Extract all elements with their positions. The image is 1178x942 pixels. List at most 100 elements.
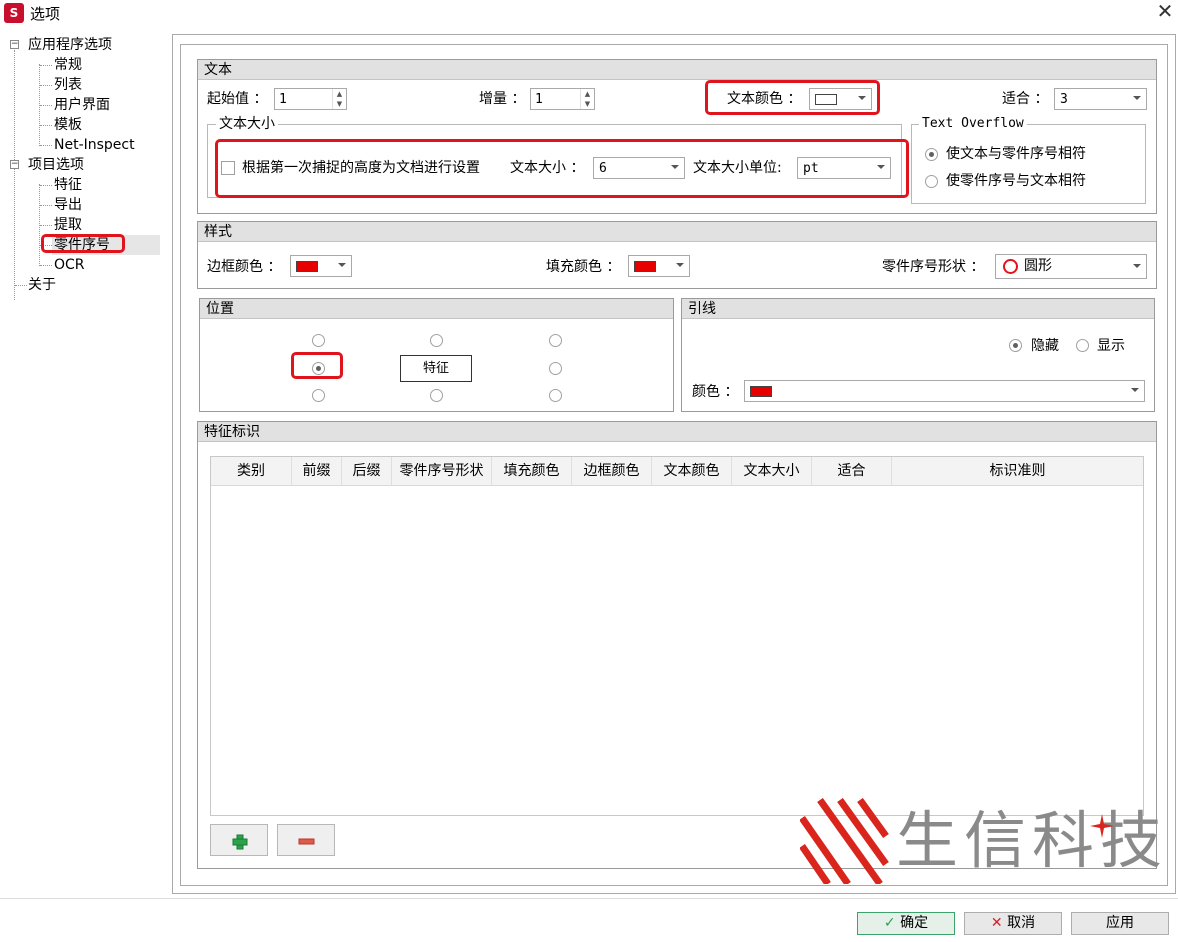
tree-item-net-inspect[interactable]: Net-Inspect xyxy=(54,135,135,155)
dropdown-arrow-icon xyxy=(1133,96,1141,100)
watermark-logo-icon xyxy=(800,798,889,884)
leader-color-label: 颜色 ： xyxy=(692,384,739,400)
column-header-prefix[interactable]: 前缀 xyxy=(292,457,342,486)
position-bottom-right-radio[interactable] xyxy=(549,389,562,402)
overflow-fit-balloon-radio[interactable] xyxy=(925,175,938,188)
column-header-balloon-shape[interactable]: 零件序号形状 xyxy=(392,457,492,486)
position-bottom-center-radio[interactable] xyxy=(430,389,443,402)
dropdown-arrow-icon xyxy=(676,263,684,267)
feature-id-group-title: 特征标识 xyxy=(198,422,1156,442)
dropdown-arrow-icon xyxy=(877,165,885,169)
tree-item-app-options[interactable]: 应用程序选项 xyxy=(28,35,112,55)
overflow-fit-balloon-label: 使零件序号与文本相符 xyxy=(946,173,1086,189)
tree-connector xyxy=(40,185,52,186)
overflow-fit-text-radio[interactable] xyxy=(925,148,938,161)
tree-item-list[interactable]: 列表 xyxy=(54,75,82,95)
column-header-border-color[interactable]: 边框颜色 xyxy=(572,457,652,486)
text-size-label: 文本大小 ： xyxy=(510,160,585,176)
text-color-swatch xyxy=(815,94,837,105)
tree-item-user-interface[interactable]: 用户界面 xyxy=(54,95,110,115)
tree-item-ocr[interactable]: OCR xyxy=(54,255,85,275)
balloon-shape-value: 圆形 xyxy=(1024,258,1052,274)
tree-connector xyxy=(14,50,15,300)
tree-item-export[interactable]: 导出 xyxy=(54,195,82,215)
tree-connector xyxy=(40,145,52,146)
column-header-text-color[interactable]: 文本颜色 xyxy=(652,457,732,486)
text-size-select[interactable]: 6 xyxy=(593,157,685,179)
dropdown-arrow-icon xyxy=(1131,388,1139,392)
spin-arrows-icon[interactable]: ▲ ▼ xyxy=(332,89,346,109)
position-bottom-left-radio[interactable] xyxy=(312,389,325,402)
dropdown-arrow-icon xyxy=(338,263,346,267)
tree-item-extract[interactable]: 提取 xyxy=(54,215,82,235)
title-bar: S 选项 ✕ xyxy=(0,0,1178,26)
capture-height-label: 根据第一次捕捉的高度为文档进行设置 xyxy=(242,160,480,176)
balloon-shape-label: 零件序号形状 ： xyxy=(882,259,985,275)
cancel-button[interactable]: ✕ 取消 xyxy=(964,912,1062,935)
text-group-title: 文本 xyxy=(198,60,1156,80)
column-header-suffix[interactable]: 后缀 xyxy=(342,457,392,486)
leader-show-radio[interactable] xyxy=(1076,339,1089,352)
border-color-label: 边框颜色 ： xyxy=(207,259,282,275)
style-group-title: 样式 xyxy=(198,222,1156,242)
position-top-left-radio[interactable] xyxy=(312,334,325,347)
fill-color-picker[interactable] xyxy=(628,255,690,277)
position-middle-right-radio[interactable] xyxy=(549,362,562,375)
cancel-label: 取消 xyxy=(1007,915,1036,931)
leader-color-picker[interactable] xyxy=(744,380,1145,402)
text-color-picker[interactable] xyxy=(809,88,872,110)
start-value-label: 起始值 ： xyxy=(207,91,268,107)
balloon-shape-select[interactable]: 圆形 xyxy=(995,254,1147,279)
tree-item-project-options[interactable]: 项目选项 xyxy=(28,155,84,175)
column-header-fit[interactable]: 适合 xyxy=(812,457,892,486)
feature-id-table[interactable]: 类别 前缀 后缀 零件序号形状 填充颜色 边框颜色 文本颜色 文本大小 适合 标… xyxy=(210,456,1144,816)
minus-icon xyxy=(298,838,315,845)
text-size-unit-label: 文本大小单位: xyxy=(693,160,782,176)
tree-item-feature[interactable]: 特征 xyxy=(54,175,82,195)
plus-icon xyxy=(232,834,248,850)
column-header-category[interactable]: 类别 xyxy=(211,457,292,486)
text-overflow-legend: Text Overflow xyxy=(919,116,1027,132)
apply-button[interactable]: 应用 xyxy=(1071,912,1169,935)
text-color-label: 文本颜色 ： xyxy=(727,91,802,107)
leader-hide-radio[interactable] xyxy=(1009,339,1022,352)
fit-select[interactable]: 3 xyxy=(1054,88,1147,110)
position-top-right-radio[interactable] xyxy=(549,334,562,347)
collapse-icon[interactable]: − xyxy=(10,40,19,49)
start-value: 1 xyxy=(279,92,287,107)
fill-color-label: 填充颜色 ： xyxy=(546,259,621,275)
tree-connector xyxy=(40,265,52,266)
ok-label: 确定 xyxy=(900,915,929,931)
check-icon: ✓ xyxy=(883,915,896,931)
spin-arrows-icon[interactable]: ▲ ▼ xyxy=(580,89,594,109)
text-size-unit-value: pt xyxy=(803,161,819,176)
position-middle-left-radio[interactable] xyxy=(312,362,325,375)
column-header-id-criteria[interactable]: 标识准则 xyxy=(892,457,1143,486)
column-header-fill-color[interactable]: 填充颜色 xyxy=(492,457,572,486)
options-tree: − 应用程序选项 常规 列表 用户界面 模板 Net-Inspect − 项目选… xyxy=(0,34,165,300)
watermark-text: 生信科技 xyxy=(896,804,1169,877)
column-header-text-size[interactable]: 文本大小 xyxy=(732,457,812,486)
position-top-center-radio[interactable] xyxy=(430,334,443,347)
ok-button[interactable]: ✓ 确定 xyxy=(857,912,955,935)
remove-row-button[interactable] xyxy=(277,824,335,856)
feature-anchor-box: 特征 xyxy=(400,355,472,382)
increment-stepper[interactable]: 1 ▲ ▼ xyxy=(530,88,595,110)
capture-height-checkbox[interactable] xyxy=(221,161,235,175)
leader-color-swatch xyxy=(750,386,772,397)
tree-item-balloon[interactable]: 零件序号 xyxy=(52,235,160,255)
tree-connector xyxy=(40,85,52,86)
apply-label: 应用 xyxy=(1106,915,1134,931)
tree-item-general[interactable]: 常规 xyxy=(54,55,82,75)
text-size-unit-select[interactable]: pt xyxy=(797,157,891,179)
close-button[interactable]: ✕ xyxy=(1152,0,1178,24)
start-value-stepper[interactable]: 1 ▲ ▼ xyxy=(274,88,347,110)
tree-connector xyxy=(40,225,52,226)
position-group-title: 位置 xyxy=(200,299,673,319)
add-row-button[interactable] xyxy=(210,824,268,856)
tree-item-about[interactable]: 关于 xyxy=(28,275,56,295)
table-header: 类别 前缀 后缀 零件序号形状 填充颜色 边框颜色 文本颜色 文本大小 适合 标… xyxy=(211,457,1143,486)
collapse-icon[interactable]: − xyxy=(10,160,19,169)
tree-item-template[interactable]: 模板 xyxy=(54,115,82,135)
border-color-picker[interactable] xyxy=(290,255,352,277)
